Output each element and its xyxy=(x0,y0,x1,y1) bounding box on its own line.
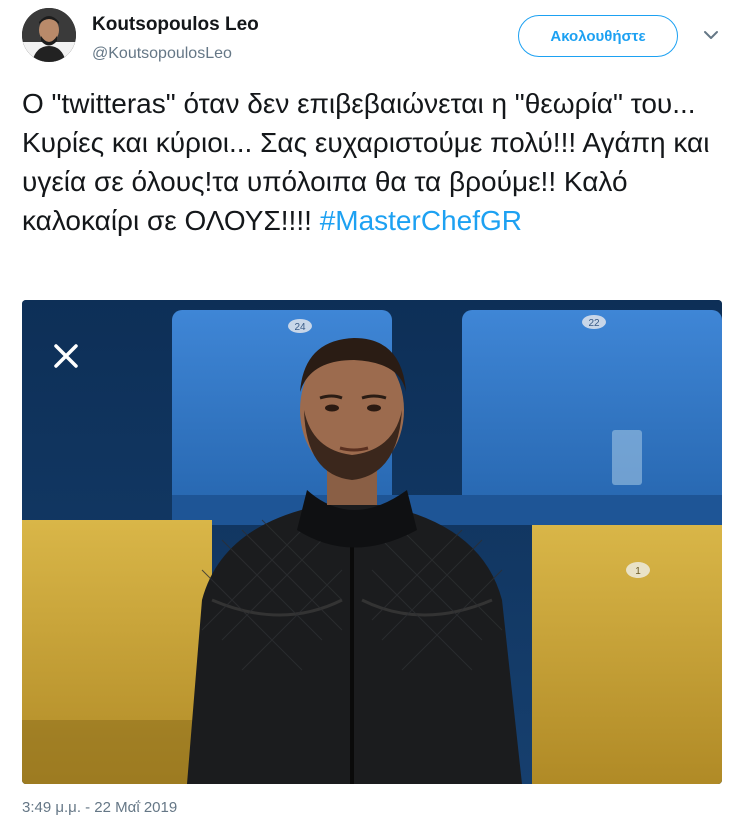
avatar-photo xyxy=(22,8,76,62)
hashtag-link[interactable]: #MasterChefGR xyxy=(320,205,522,236)
seat-number-24: 24 xyxy=(294,322,306,333)
tweet-media-photo[interactable]: 24 22 1 xyxy=(22,300,722,784)
author-handle[interactable]: @KoutsopoulosLeo xyxy=(92,45,232,63)
tweet-timestamp[interactable]: 3:49 μ.μ. - 22 Μαΐ 2019 xyxy=(22,799,177,816)
photo-man-leather-jacket: 24 22 1 xyxy=(22,300,722,784)
follow-button[interactable]: Ακολουθήστε xyxy=(518,15,678,57)
chevron-down-icon[interactable] xyxy=(702,28,720,42)
seat-number-1: 1 xyxy=(635,566,641,577)
tweet-text: Ο "twitteras" όταν δεν επιβεβαιώνεται η … xyxy=(22,84,722,240)
author-name[interactable]: Koutsopoulos Leo xyxy=(92,14,259,36)
seat-number-22: 22 xyxy=(588,318,600,329)
author-avatar[interactable] xyxy=(22,8,76,62)
close-icon[interactable] xyxy=(50,340,82,372)
